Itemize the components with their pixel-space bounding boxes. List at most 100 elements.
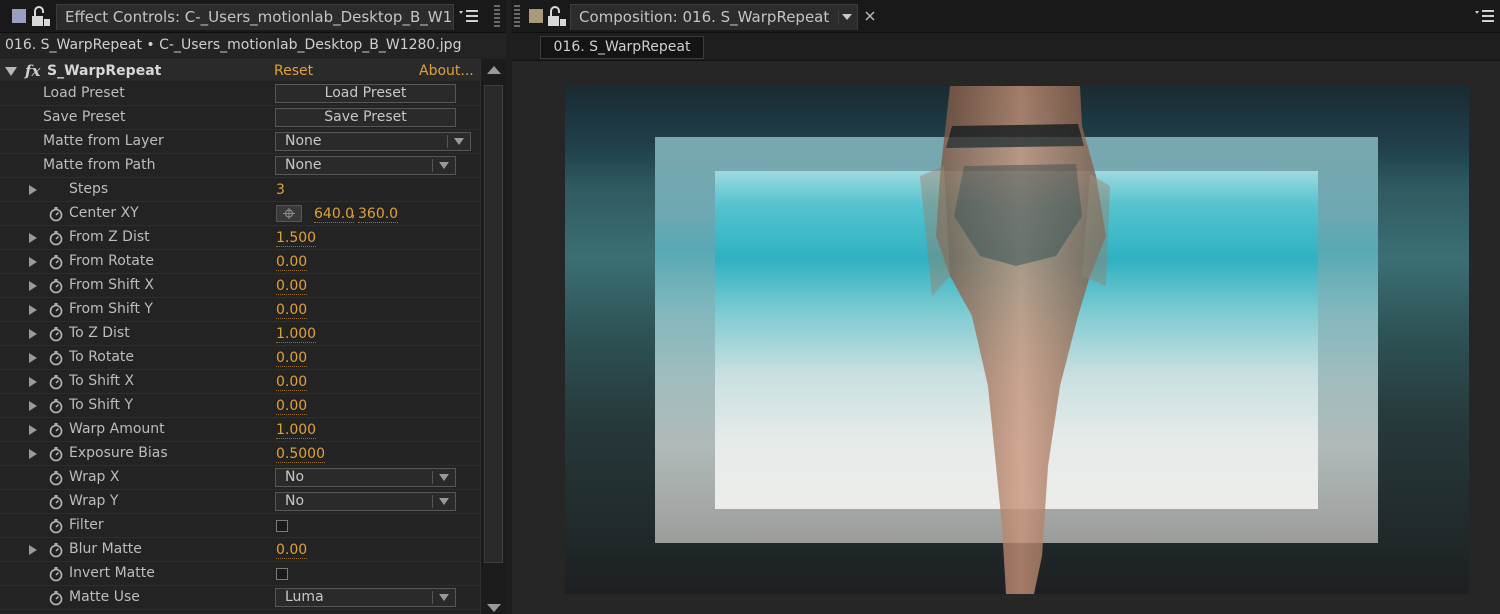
tab-dropdown-arrow-icon[interactable]	[838, 10, 854, 24]
panel-color-swatch[interactable]	[12, 9, 26, 23]
steps-value[interactable]: 3	[276, 179, 285, 199]
about-link[interactable]: About...	[419, 60, 474, 82]
stopwatch-icon[interactable]	[48, 446, 64, 462]
scrollbar-thumb[interactable]	[484, 85, 503, 563]
matte-use-dropdown[interactable]: Luma	[275, 588, 456, 607]
dropdown-separator	[432, 471, 433, 484]
twirl-triangle-icon[interactable]	[29, 377, 37, 387]
stopwatch-icon[interactable]	[48, 230, 64, 246]
property-row-from-rotate: From Rotate 0.00	[0, 250, 480, 274]
crosshair-icon[interactable]	[276, 205, 302, 222]
dropdown-separator	[432, 495, 433, 508]
scroll-up-arrow-icon[interactable]	[487, 66, 501, 74]
panel-menu-icon[interactable]	[458, 8, 480, 24]
load-preset-button[interactable]: Load Preset	[275, 84, 456, 103]
from-rotate-value[interactable]: 0.00	[276, 251, 308, 271]
from-z-dist-value[interactable]: 1.500	[276, 227, 317, 247]
lock-icon[interactable]	[547, 6, 567, 28]
property-row-from-z-dist: From Z Dist 1.500	[0, 226, 480, 250]
twirl-triangle-icon[interactable]	[29, 185, 37, 195]
property-label: Save Preset	[43, 109, 126, 125]
property-row-from-shift-y: From Shift Y 0.00	[0, 298, 480, 322]
twirl-triangle-icon[interactable]	[29, 401, 37, 411]
from-shift-y-value[interactable]: 0.00	[276, 299, 308, 319]
composition-viewer[interactable]	[512, 62, 1500, 614]
twirl-triangle-icon[interactable]	[29, 257, 37, 267]
to-z-dist-value[interactable]: 1.000	[276, 323, 317, 343]
stopwatch-icon[interactable]	[48, 590, 64, 606]
breadcrumb: 016. S_WarpRepeat • C-_Users_motionlab_D…	[0, 33, 506, 57]
from-shift-x-value[interactable]: 0.00	[276, 275, 308, 295]
to-rotate-value[interactable]: 0.00	[276, 347, 308, 367]
save-preset-button[interactable]: Save Preset	[275, 108, 456, 127]
property-label: To Shift Y	[69, 397, 134, 413]
stopwatch-icon[interactable]	[48, 254, 64, 270]
composition-subtab[interactable]: 016. S_WarpRepeat	[540, 36, 704, 59]
stopwatch-icon[interactable]	[48, 494, 64, 510]
vertical-scrollbar[interactable]	[480, 59, 506, 614]
panel-color-swatch[interactable]	[529, 9, 543, 23]
twirl-triangle-icon[interactable]	[29, 305, 37, 315]
property-row-exposure-bias: Exposure Bias 0.5000	[0, 442, 480, 466]
property-row-steps: Steps 3	[0, 178, 480, 202]
dropdown-arrow-icon	[439, 594, 449, 601]
property-label: To Z Dist	[69, 325, 130, 341]
fx-icon[interactable]: fx	[25, 60, 40, 82]
stopwatch-icon[interactable]	[48, 470, 64, 486]
stopwatch-icon[interactable]	[48, 278, 64, 294]
scroll-down-arrow-icon[interactable]	[487, 604, 501, 612]
dropdown-separator	[447, 135, 448, 148]
property-label: Load Preset	[43, 85, 125, 101]
twirl-triangle-icon[interactable]	[29, 281, 37, 291]
dropdown-value: None	[285, 133, 322, 149]
invert-matte-checkbox[interactable]	[276, 568, 288, 580]
property-row-wrap-x: Wrap X No	[0, 466, 480, 490]
wrap-x-dropdown[interactable]: No	[275, 468, 456, 487]
panel-grip-handle[interactable]	[514, 5, 520, 29]
tab-effect-controls[interactable]: Effect Controls: C-_Users_motionlab_Desk…	[56, 4, 454, 30]
twirl-triangle-icon[interactable]	[29, 353, 37, 363]
matte-from-path-dropdown[interactable]: None	[275, 156, 456, 175]
twirl-triangle-icon[interactable]	[29, 545, 37, 555]
twirl-triangle-icon[interactable]	[29, 233, 37, 243]
property-label: Blur Matte	[69, 541, 142, 557]
panel-menu-icon[interactable]	[1474, 8, 1496, 24]
to-shift-x-value[interactable]: 0.00	[276, 371, 308, 391]
twirl-triangle-icon[interactable]	[29, 329, 37, 339]
twirl-open-icon[interactable]	[5, 67, 17, 76]
lock-icon[interactable]	[31, 6, 51, 28]
stopwatch-icon[interactable]	[48, 542, 64, 558]
property-label: Wrap Y	[69, 493, 119, 509]
filter-checkbox[interactable]	[276, 520, 288, 532]
stopwatch-icon[interactable]	[48, 374, 64, 390]
stopwatch-icon[interactable]	[48, 302, 64, 318]
panel-grip-handle[interactable]	[494, 5, 500, 29]
stopwatch-icon[interactable]	[48, 398, 64, 414]
dropdown-value: Luma	[285, 589, 324, 605]
property-row-to-z-dist: To Z Dist 1.000	[0, 322, 480, 346]
stopwatch-icon[interactable]	[48, 566, 64, 582]
wrap-y-dropdown[interactable]: No	[275, 492, 456, 511]
stopwatch-icon[interactable]	[48, 350, 64, 366]
blur-matte-value[interactable]: 0.00	[276, 539, 308, 559]
center-y-value[interactable]: 360.0	[358, 203, 399, 223]
to-shift-y-value[interactable]: 0.00	[276, 395, 308, 415]
twirl-triangle-icon[interactable]	[29, 449, 37, 459]
composition-subtab-bar: 016. S_WarpRepeat	[512, 33, 1500, 61]
stopwatch-icon[interactable]	[48, 326, 64, 342]
reset-link[interactable]: Reset	[274, 60, 313, 82]
stopwatch-icon[interactable]	[48, 206, 64, 222]
twirl-triangle-icon[interactable]	[29, 425, 37, 435]
stopwatch-icon[interactable]	[48, 518, 64, 534]
exposure-bias-value[interactable]: 0.5000	[276, 443, 325, 463]
close-icon[interactable]	[865, 11, 875, 21]
warp-amount-value[interactable]: 1.000	[276, 419, 317, 439]
center-x-value[interactable]: 640.0	[314, 203, 355, 223]
property-row-matte-use: Matte Use Luma	[0, 586, 480, 610]
stopwatch-icon[interactable]	[48, 422, 64, 438]
property-label: Matte Use	[69, 589, 140, 605]
composition-tabbar: Composition: 016. S_WarpRepeat	[512, 0, 1500, 33]
tab-composition[interactable]: Composition: 016. S_WarpRepeat	[570, 4, 858, 30]
matte-from-layer-dropdown[interactable]: None	[275, 132, 471, 151]
property-label: To Rotate	[69, 349, 135, 365]
